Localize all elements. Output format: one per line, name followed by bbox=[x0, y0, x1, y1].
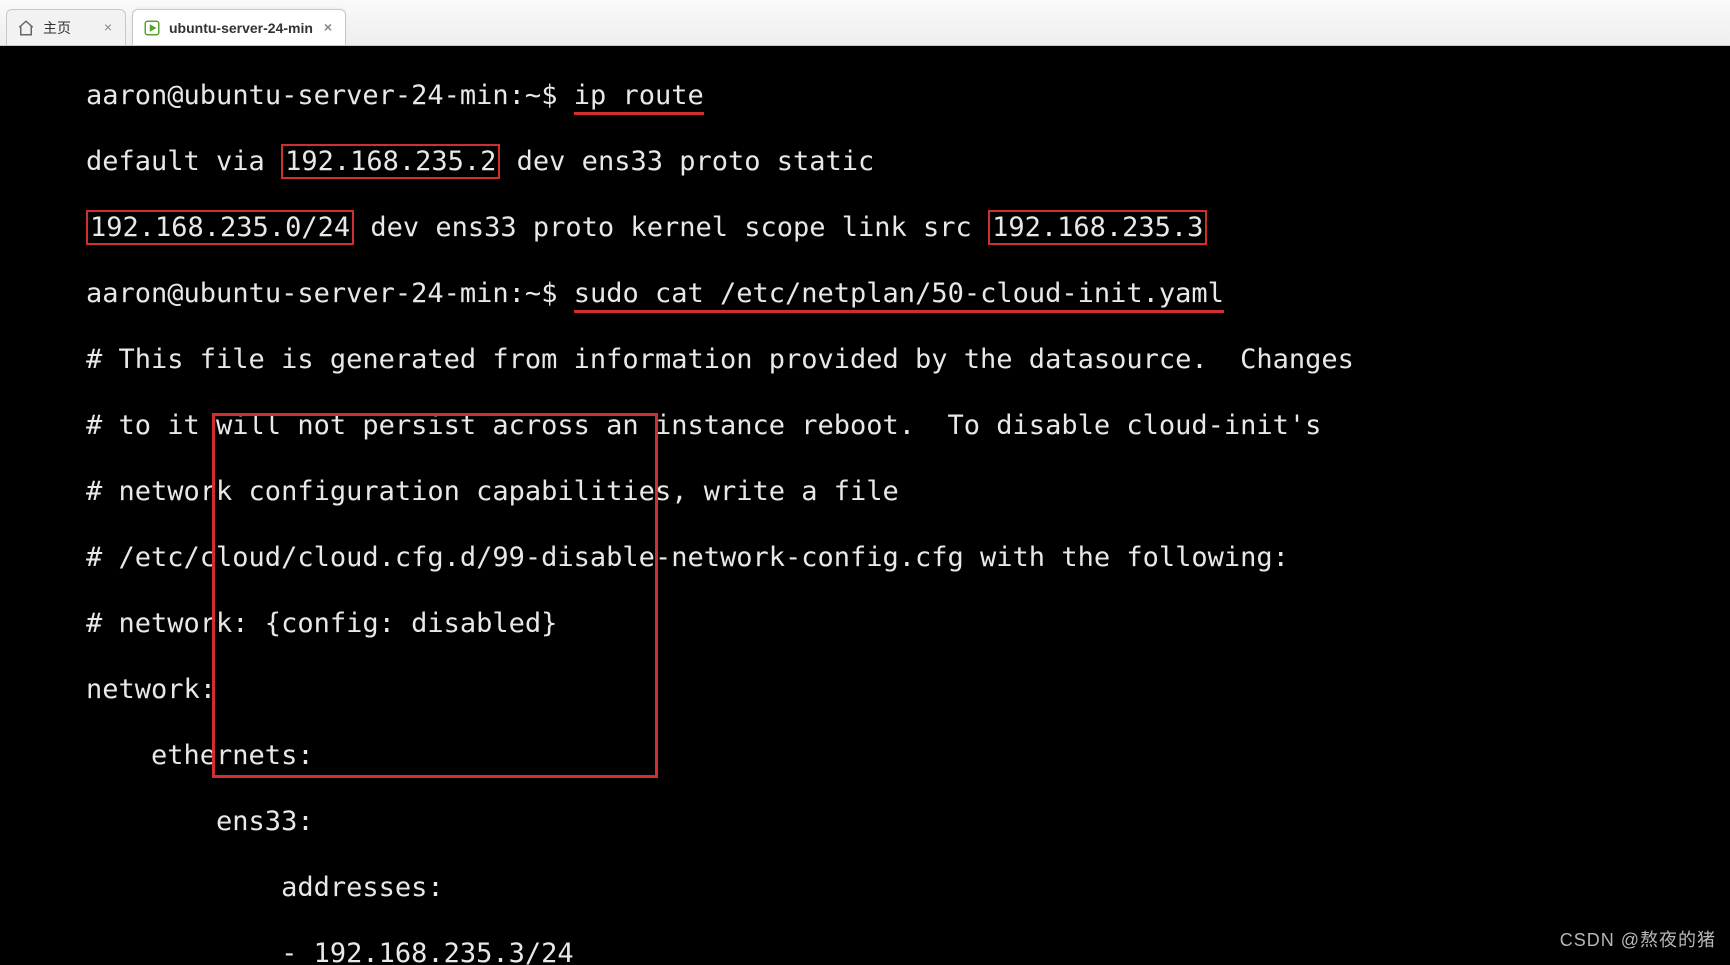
terminal-line: # network configuration capabilities, wr… bbox=[0, 475, 1730, 508]
gateway-ip: 192.168.235.2 bbox=[281, 144, 500, 179]
terminal-line: 192.168.235.0/24 dev ens33 proto kernel … bbox=[0, 211, 1730, 244]
vm-power-icon bbox=[143, 19, 161, 37]
close-icon[interactable]: × bbox=[101, 21, 115, 35]
terminal-line: # to it will not persist across an insta… bbox=[0, 409, 1730, 442]
terminal-line: # /etc/cloud/cloud.cfg.d/99-disable-netw… bbox=[0, 541, 1730, 574]
terminal-line: aaron@ubuntu-server-24-min:~$ ip route bbox=[0, 79, 1730, 112]
terminal-line: network: bbox=[0, 673, 1730, 706]
tab-home-label: 主页 bbox=[43, 18, 93, 38]
terminal-line: # network: {config: disabled} bbox=[0, 607, 1730, 640]
network-cidr: 192.168.235.0/24 bbox=[86, 210, 354, 245]
tab-bar: 主页 × ubuntu-server-24-min × bbox=[0, 0, 1730, 46]
terminal-line: - 192.168.235.3/24 bbox=[0, 937, 1730, 965]
terminal-line: addresses: bbox=[0, 871, 1730, 904]
terminal-line: aaron@ubuntu-server-24-min:~$ sudo cat /… bbox=[0, 277, 1730, 310]
terminal-line: ens33: bbox=[0, 805, 1730, 838]
watermark: CSDN @熬夜的猪 bbox=[1560, 924, 1716, 957]
terminal-line: ethernets: bbox=[0, 739, 1730, 772]
tab-vm[interactable]: ubuntu-server-24-min × bbox=[132, 9, 346, 45]
cmd-ip-route: ip route bbox=[574, 80, 704, 115]
tab-vm-label: ubuntu-server-24-min bbox=[169, 20, 313, 36]
terminal-line: default via 192.168.235.2 dev ens33 prot… bbox=[0, 145, 1730, 178]
tab-home[interactable]: 主页 × bbox=[6, 9, 126, 45]
src-ip: 192.168.235.3 bbox=[988, 210, 1207, 245]
cmd-cat-netplan: sudo cat /etc/netplan/50-cloud-init.yaml bbox=[574, 278, 1224, 313]
terminal-line: # This file is generated from informatio… bbox=[0, 343, 1730, 376]
terminal[interactable]: aaron@ubuntu-server-24-min:~$ ip route d… bbox=[0, 46, 1730, 965]
terminal-content: aaron@ubuntu-server-24-min:~$ ip route d… bbox=[0, 46, 1730, 965]
close-icon[interactable]: × bbox=[321, 21, 335, 35]
home-icon bbox=[17, 19, 35, 37]
